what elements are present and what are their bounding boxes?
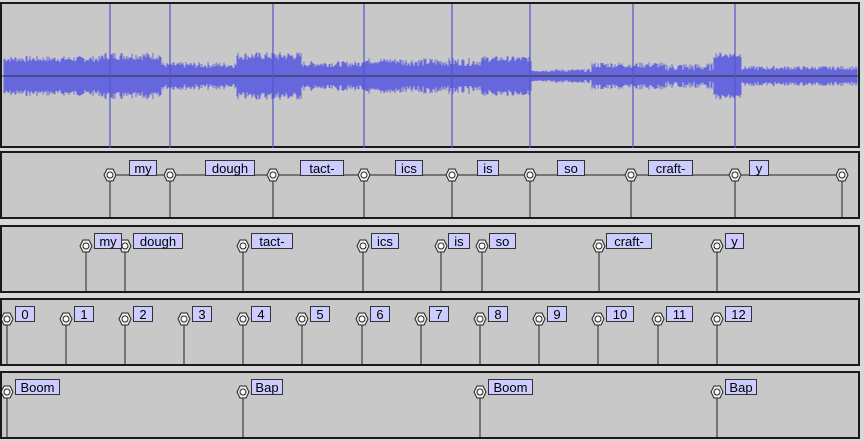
label-handle-icon[interactable] <box>2 385 14 399</box>
label-text-box[interactable]: 5 <box>310 306 330 322</box>
label-text-box[interactable]: 6 <box>370 306 390 322</box>
label-handle-icon[interactable] <box>295 312 309 326</box>
label-handle-icon[interactable] <box>592 239 606 253</box>
label-text-box[interactable]: 4 <box>251 306 271 322</box>
label-text-box[interactable]: Bap <box>725 379 757 395</box>
label-handle-icon[interactable] <box>236 312 250 326</box>
label-handle-icon[interactable] <box>236 385 250 399</box>
label-handle-icon[interactable] <box>356 239 370 253</box>
label-handle-icon[interactable] <box>710 385 724 399</box>
label-handle-icon[interactable] <box>523 168 537 182</box>
label-handle-icon[interactable] <box>434 239 448 253</box>
label-text-box[interactable]: dough <box>205 160 255 176</box>
label-handle-icon[interactable] <box>357 168 371 182</box>
label-handle-icon[interactable] <box>445 168 459 182</box>
label-text-box[interactable]: my <box>94 233 122 249</box>
label-text-box[interactable]: 1 <box>74 306 94 322</box>
label-handle-icon[interactable] <box>473 385 487 399</box>
label-text-box[interactable]: ics <box>395 160 423 176</box>
label-text-box[interactable]: ics <box>371 233 399 249</box>
label-handle-icon[interactable] <box>532 312 546 326</box>
label-text-box[interactable]: so <box>489 233 516 249</box>
label-handle-icon[interactable] <box>59 312 73 326</box>
label-text-box[interactable]: Bap <box>251 379 283 395</box>
label-text-box[interactable]: 3 <box>192 306 212 322</box>
label-handle-icon[interactable] <box>177 312 191 326</box>
label-handle-icon[interactable] <box>355 312 369 326</box>
label-text-box[interactable]: tact- <box>251 233 293 249</box>
label-handle-icon[interactable] <box>266 168 280 182</box>
label-text-box[interactable]: dough <box>133 233 183 249</box>
label-track-words[interactable]: my dough tact-ics is so craft-y <box>0 225 860 293</box>
label-text-box[interactable]: y <box>749 160 769 176</box>
label-handle-icon[interactable] <box>624 168 638 182</box>
label-handle-icon[interactable] <box>414 312 428 326</box>
label-text-box[interactable]: craft- <box>606 233 652 249</box>
label-handle-icon[interactable] <box>118 312 132 326</box>
label-handle-icon[interactable] <box>728 168 742 182</box>
label-track-drums[interactable]: Boom Bap Boom Bap <box>0 371 860 439</box>
label-text-box[interactable]: 0 <box>15 306 35 322</box>
label-text-box[interactable]: 10 <box>606 306 634 322</box>
label-handle-icon[interactable] <box>103 168 117 182</box>
label-text-box[interactable]: my <box>129 160 157 176</box>
label-text-box[interactable]: Boom <box>15 379 60 395</box>
label-text-box[interactable]: 12 <box>725 306 752 322</box>
label-text-box[interactable]: craft- <box>648 160 693 176</box>
label-handle-icon[interactable] <box>79 239 93 253</box>
label-text-box[interactable]: 8 <box>488 306 508 322</box>
label-text-box[interactable]: 11 <box>666 306 693 322</box>
waveform-track[interactable] <box>0 2 860 148</box>
label-handle-icon[interactable] <box>2 312 14 326</box>
label-text-box[interactable]: Boom <box>488 379 533 395</box>
waveform[interactable] <box>2 4 862 150</box>
label-handle-icon[interactable] <box>835 168 849 182</box>
label-handle-icon[interactable] <box>651 312 665 326</box>
label-track-beats[interactable]: 0 1 2 3 4 5 6 7 8 9 10 11 12 <box>0 298 860 366</box>
label-handle-icon[interactable] <box>591 312 605 326</box>
label-text-box[interactable]: is <box>448 233 470 249</box>
label-text-box[interactable]: 2 <box>133 306 153 322</box>
label-text-box[interactable]: 9 <box>547 306 567 322</box>
label-text-box[interactable]: y <box>725 233 744 249</box>
label-handle-icon[interactable] <box>163 168 177 182</box>
label-handle-icon[interactable] <box>475 239 489 253</box>
label-track-syllables[interactable]: my dough tact-ics is so craft-y <box>0 151 860 219</box>
label-handle-icon[interactable] <box>236 239 250 253</box>
label-text-box[interactable]: tact- <box>300 160 344 176</box>
label-text-box[interactable]: so <box>557 160 585 176</box>
label-handle-icon[interactable] <box>473 312 487 326</box>
label-handle-icon[interactable] <box>710 312 724 326</box>
label-text-box[interactable]: 7 <box>429 306 449 322</box>
label-text-box[interactable]: is <box>477 160 499 176</box>
label-handle-icon[interactable] <box>710 239 724 253</box>
